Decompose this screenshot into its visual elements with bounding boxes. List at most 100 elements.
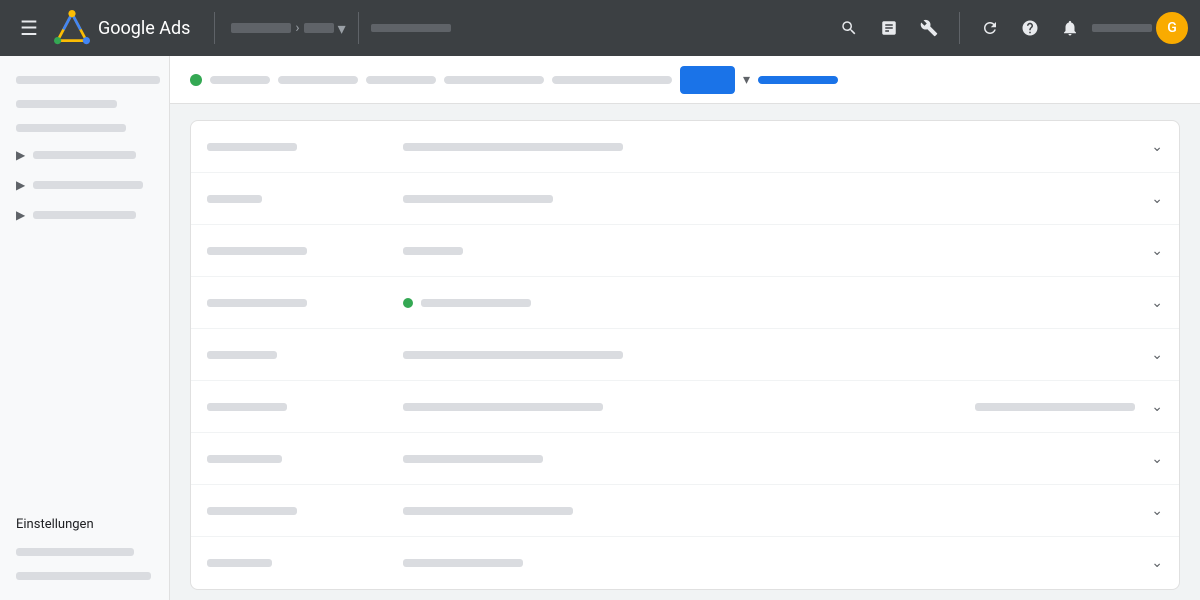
- cell-1-1: [207, 143, 297, 151]
- chevron-down-icon: ▾: [338, 19, 346, 38]
- row-col2-7: [403, 455, 947, 463]
- sidebar-bottom-1: [16, 548, 134, 556]
- cell-1-7: [207, 455, 282, 463]
- cell-1-2: [207, 195, 262, 203]
- subnav-dropdown[interactable]: ▾: [743, 72, 750, 88]
- subnav-active-pill[interactable]: [680, 66, 735, 94]
- row-col1-1: [207, 143, 387, 151]
- cell-3-6: [975, 403, 1135, 411]
- sidebar-item-3[interactable]: ▶: [0, 170, 169, 200]
- nav-secondary-item[interactable]: [371, 24, 451, 32]
- sidebar: ▶ ▶ ▶ Einstellungen: [0, 56, 170, 600]
- table-row[interactable]: ⌄: [191, 433, 1179, 485]
- table-row[interactable]: ⌄: [191, 277, 1179, 329]
- content-area: ⌄ ⌄: [170, 104, 1200, 600]
- subnav-pill-2[interactable]: [278, 76, 358, 84]
- subnav-link[interactable]: [758, 76, 838, 84]
- row-col3-8: ⌄: [963, 503, 1163, 519]
- settings-label[interactable]: Einstellungen: [0, 509, 169, 540]
- nav-divider-1: [214, 12, 215, 44]
- dropdown-chevron-icon: ▾: [743, 72, 750, 88]
- row-col3-9: ⌄: [963, 555, 1163, 571]
- table-row[interactable]: ⌄: [191, 173, 1179, 225]
- subnav: ▾: [170, 56, 1200, 104]
- chevron-icon-4: ▶: [16, 208, 25, 222]
- reports-button[interactable]: [871, 10, 907, 46]
- row-col3-4: ⌄: [963, 295, 1163, 311]
- cell-2-9: [403, 559, 523, 567]
- subnav-pill-4[interactable]: [444, 76, 544, 84]
- cell-1-5: [207, 351, 277, 359]
- breadcrumb-item-1[interactable]: [231, 23, 291, 33]
- sidebar-item-label-1: [16, 124, 126, 132]
- subnav-pill-5[interactable]: [552, 76, 672, 84]
- chevron-icon-3: ▶: [16, 178, 25, 192]
- cell-1-6: [207, 403, 287, 411]
- row-col1-7: [207, 455, 387, 463]
- nav-divider-2: [358, 12, 359, 44]
- subnav-pill-3[interactable]: [366, 76, 436, 84]
- tools-button[interactable]: [911, 10, 947, 46]
- cell-2-2: [403, 195, 553, 203]
- logo-icon: [54, 10, 90, 46]
- status-dot-4: [403, 298, 413, 308]
- help-button[interactable]: [1012, 10, 1048, 46]
- row-col3-7: ⌄: [963, 451, 1163, 467]
- sidebar-item-1[interactable]: [0, 116, 169, 140]
- topnav-right: G: [831, 10, 1188, 46]
- row-col2-1: [403, 143, 947, 151]
- sidebar-item-2[interactable]: ▶: [0, 140, 169, 170]
- row-col1-4: [207, 299, 387, 307]
- breadcrumb: ›: [231, 20, 333, 36]
- cell-2-8: [403, 507, 573, 515]
- table-row[interactable]: ⌄: [191, 537, 1179, 589]
- nav-dropdown[interactable]: ▾: [338, 19, 346, 38]
- cell-2-1: [403, 143, 623, 151]
- topnav: ☰ Google Ads › ▾: [0, 0, 1200, 56]
- expand-icon-3[interactable]: ⌄: [1151, 243, 1163, 259]
- row-col2-6: [403, 403, 947, 411]
- cell-1-4: [207, 299, 307, 307]
- search-button[interactable]: [831, 10, 867, 46]
- refresh-button[interactable]: [972, 10, 1008, 46]
- avatar[interactable]: G: [1156, 12, 1188, 44]
- table-row[interactable]: ⌄: [191, 121, 1179, 173]
- sidebar-bottom-2: [16, 572, 151, 580]
- breadcrumb-item-2[interactable]: [304, 23, 334, 33]
- notifications-button[interactable]: [1052, 10, 1088, 46]
- account-bar[interactable]: [1092, 24, 1152, 32]
- expand-icon-2[interactable]: ⌄: [1151, 191, 1163, 207]
- table-card: ⌄ ⌄: [190, 120, 1180, 590]
- table-row[interactable]: ⌄: [191, 485, 1179, 537]
- sidebar-item-4[interactable]: ▶: [0, 200, 169, 230]
- expand-icon-8[interactable]: ⌄: [1151, 503, 1163, 519]
- row-col2-5: [403, 351, 947, 359]
- app-title: Google Ads: [98, 18, 190, 39]
- cell-2-6: [403, 403, 603, 411]
- main-content: ▾ ⌄: [170, 56, 1200, 600]
- table-row[interactable]: ⌄: [191, 329, 1179, 381]
- expand-icon-1[interactable]: ⌄: [1151, 139, 1163, 155]
- table-row[interactable]: ⌄: [191, 225, 1179, 277]
- row-col3-2: ⌄: [963, 191, 1163, 207]
- expand-icon-7[interactable]: ⌄: [1151, 451, 1163, 467]
- expand-icon-9[interactable]: ⌄: [1151, 555, 1163, 571]
- subnav-pill-1[interactable]: [210, 76, 270, 84]
- row-col2-9: [403, 559, 947, 567]
- row-col1-9: [207, 559, 387, 567]
- table-row[interactable]: ⌄: [191, 381, 1179, 433]
- nav-divider-3: [959, 12, 960, 44]
- menu-icon[interactable]: ☰: [12, 8, 46, 48]
- logo: Google Ads: [54, 10, 190, 46]
- row-col1-2: [207, 195, 387, 203]
- status-dot: [190, 74, 202, 86]
- row-col2-3: [403, 247, 947, 255]
- expand-icon-4[interactable]: ⌄: [1151, 295, 1163, 311]
- expand-icon-5[interactable]: ⌄: [1151, 347, 1163, 363]
- nav-area: › ▾: [231, 12, 823, 44]
- sidebar-line-2: [16, 100, 117, 108]
- sidebar-item-label-4: [33, 211, 136, 219]
- expand-icon-6[interactable]: ⌄: [1151, 399, 1163, 415]
- row-col1-8: [207, 507, 387, 515]
- cell-1-3: [207, 247, 307, 255]
